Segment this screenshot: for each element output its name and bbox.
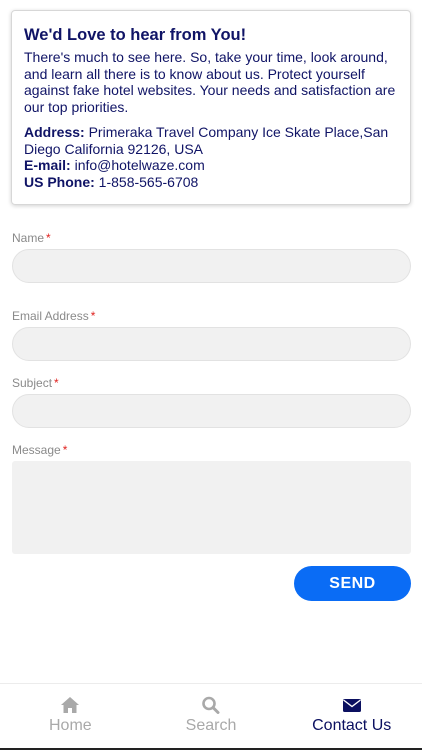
home-icon (61, 697, 80, 713)
name-label: Name * (12, 231, 51, 245)
phone-value[interactable]: 1-858-565-6708 (99, 174, 199, 190)
search-icon (202, 696, 220, 714)
message-label-text: Message (12, 443, 61, 457)
card-intro: There's much to see here. So, take your … (24, 49, 396, 115)
tab-home[interactable]: Home (0, 684, 141, 751)
subject-input[interactable] (12, 394, 411, 428)
tab-search[interactable]: Search (141, 684, 282, 751)
address-label: Address: (24, 124, 85, 140)
message-textarea[interactable] (12, 461, 411, 554)
subject-label: Subject * (12, 376, 59, 390)
tab-home-label: Home (48, 717, 92, 734)
card-title: We'd Love to hear from You! (24, 26, 247, 44)
required-mark: * (90, 309, 96, 323)
email-address-label: Email Address * (12, 309, 95, 323)
address-line: Address: Primeraka Travel Company Ice Sk… (24, 124, 398, 157)
tab-contact-us[interactable]: Contact Us (281, 684, 422, 751)
bottom-tab-bar: Home Search Contact Us (0, 683, 422, 751)
phone-line: US Phone: 1-858-565-6708 (24, 174, 398, 191)
required-mark: * (54, 376, 59, 390)
name-input[interactable] (12, 249, 411, 283)
required-mark: * (62, 443, 68, 457)
email-label: E-mail: (24, 157, 71, 173)
envelope-icon (342, 699, 361, 712)
email-label-text: Email Address (12, 309, 89, 323)
email-value[interactable]: info@hotelwaze.com (75, 157, 205, 173)
email-input[interactable] (12, 327, 411, 361)
send-button[interactable]: SEND (294, 566, 411, 601)
required-mark: * (46, 231, 51, 245)
tab-contact-us-label: Contact Us (312, 717, 392, 734)
email-line: E-mail: info@hotelwaze.com (24, 157, 398, 174)
message-label: Message * (12, 443, 67, 457)
tab-search-label: Search (185, 717, 237, 734)
phone-label: US Phone: (24, 173, 95, 190)
subject-label-text: Subject (12, 376, 53, 390)
name-label-text: Name (12, 231, 45, 245)
contact-info-card: We'd Love to hear from You! There's much… (11, 10, 411, 205)
